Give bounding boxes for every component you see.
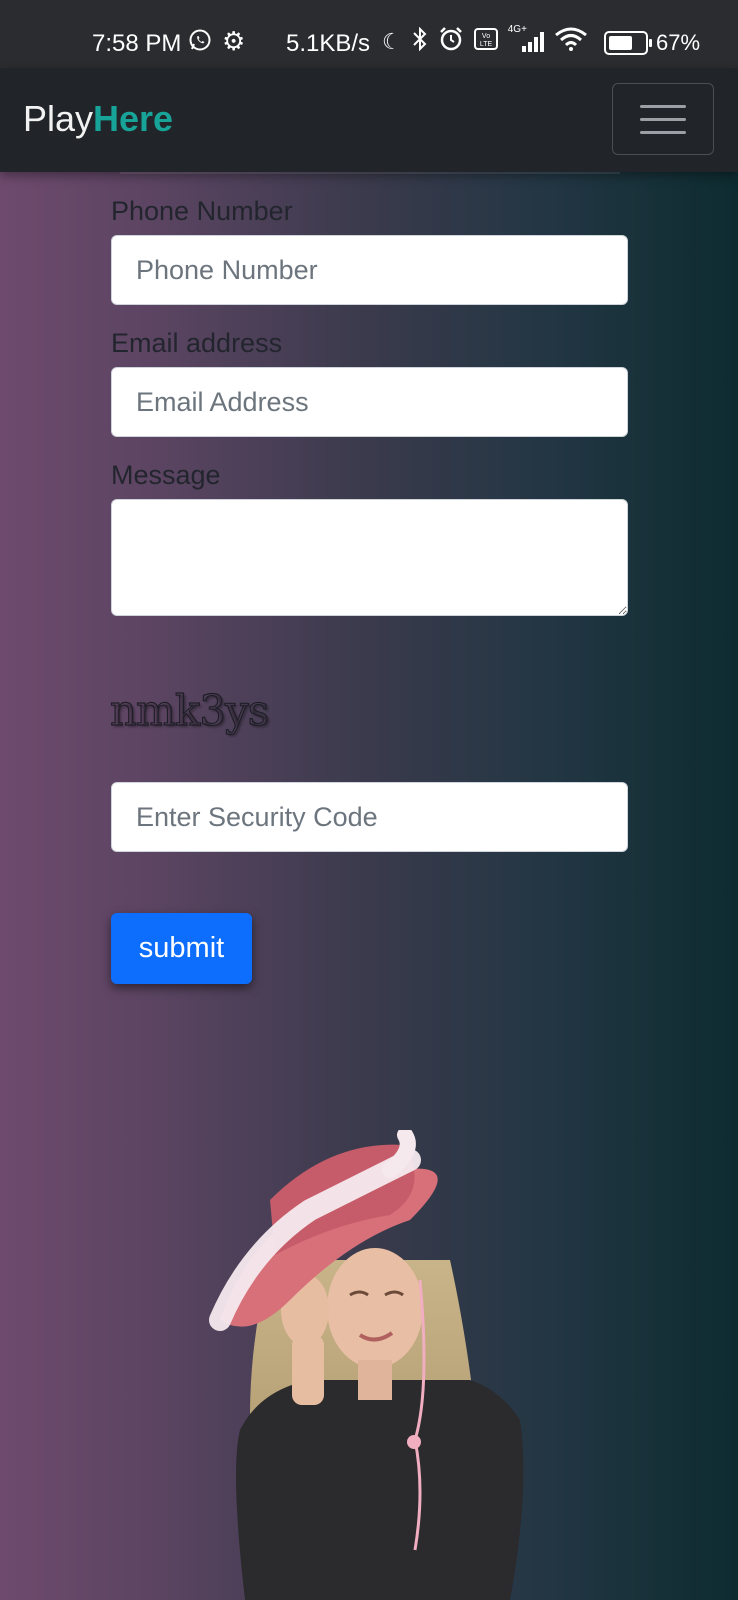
status-time: 7:58 PM	[92, 30, 182, 57]
girl-cowboy-hat-photo	[209, 1130, 524, 1600]
message-textarea[interactable]	[111, 499, 628, 616]
whatsapp-icon	[189, 29, 211, 51]
brand-logo[interactable]: PlayHere	[23, 98, 173, 140]
hamburger-icon-bar	[640, 130, 686, 134]
brand-part-2: Here	[93, 98, 174, 139]
phone-input[interactable]	[111, 235, 628, 305]
navbar: PlayHere	[0, 68, 738, 172]
status-bar: 7:58 PM ⚙ 5.1KB/s ☾ Vo LTE 4G+ 67%	[0, 0, 738, 68]
signal-icon: 4G+	[508, 24, 544, 54]
security-code-input[interactable]	[111, 782, 628, 852]
gear-icon: ⚙	[222, 26, 246, 56]
alarm-icon	[438, 26, 464, 58]
volte-icon: Vo LTE	[473, 28, 498, 56]
bluetooth-icon	[412, 26, 428, 57]
network-type: 4G+	[507, 24, 527, 35]
captcha-image: nmk3ys	[109, 685, 270, 735]
battery-fill	[609, 36, 632, 50]
network-speed: 5.1KB/s	[286, 30, 371, 57]
email-label: Email address	[111, 328, 283, 358]
message-label: Message	[111, 460, 221, 490]
svg-text:LTE: LTE	[480, 41, 493, 48]
battery-icon	[604, 31, 652, 55]
moon-icon: ☾	[382, 29, 402, 54]
phone-label: Phone Number	[111, 196, 293, 226]
hamburger-icon-bar	[640, 117, 686, 121]
email-input[interactable]	[111, 367, 628, 437]
hamburger-menu-button[interactable]	[612, 83, 714, 155]
brand-part-1: Play	[23, 98, 94, 139]
battery-status: 67%	[604, 30, 700, 56]
previous-field-edge	[120, 172, 620, 174]
submit-button[interactable]: submit	[111, 913, 252, 984]
battery-percent: 67%	[656, 30, 701, 55]
status-icons: ☾ Vo LTE 4G+	[382, 24, 588, 58]
svg-text:Vo: Vo	[482, 33, 490, 40]
hamburger-icon-bar	[640, 104, 686, 108]
wifi-icon	[554, 27, 588, 57]
